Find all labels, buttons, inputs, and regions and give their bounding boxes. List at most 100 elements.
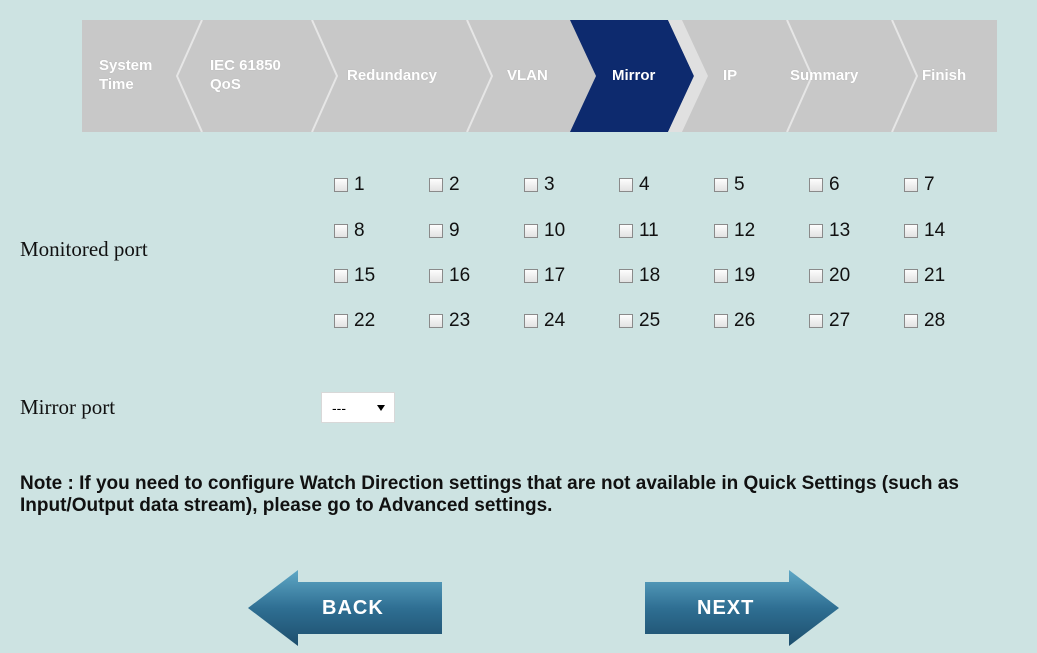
note-text: Note : If you need to configure Watch Di… bbox=[20, 473, 959, 516]
port-number: 16 bbox=[449, 265, 471, 286]
port-number: 24 bbox=[544, 310, 566, 331]
port-checkbox[interactable] bbox=[334, 314, 348, 328]
port-checkbox[interactable] bbox=[904, 314, 918, 328]
port-number: 23 bbox=[449, 310, 471, 331]
port-number: 21 bbox=[924, 265, 946, 286]
port-number: 11 bbox=[639, 220, 659, 241]
wizard-step-vlan[interactable]: VLAN bbox=[507, 66, 548, 85]
port-checkbox[interactable] bbox=[334, 178, 348, 192]
monitored-port-2[interactable]: 2 bbox=[429, 174, 460, 196]
port-number: 9 bbox=[449, 220, 460, 241]
dropdown-arrow-icon bbox=[377, 405, 385, 411]
port-checkbox[interactable] bbox=[904, 178, 918, 192]
port-checkbox[interactable] bbox=[429, 224, 443, 238]
port-checkbox[interactable] bbox=[524, 314, 538, 328]
port-checkbox[interactable] bbox=[809, 224, 823, 238]
port-number: 5 bbox=[734, 174, 745, 195]
port-number: 20 bbox=[829, 265, 851, 286]
port-number: 14 bbox=[924, 220, 946, 241]
monitored-port-14[interactable]: 14 bbox=[904, 220, 945, 242]
wizard-step-system-time[interactable]: System Time bbox=[99, 56, 152, 94]
monitored-port-label: Monitored port bbox=[20, 237, 148, 261]
monitored-port-15[interactable]: 15 bbox=[334, 265, 375, 287]
port-checkbox[interactable] bbox=[429, 314, 443, 328]
monitored-port-16[interactable]: 16 bbox=[429, 265, 470, 287]
port-checkbox[interactable] bbox=[619, 224, 633, 238]
port-number: 12 bbox=[734, 220, 756, 241]
monitored-port-18[interactable]: 18 bbox=[619, 265, 660, 287]
monitored-port-9[interactable]: 9 bbox=[429, 220, 460, 242]
port-checkbox[interactable] bbox=[619, 269, 633, 283]
monitored-port-7[interactable]: 7 bbox=[904, 174, 935, 196]
port-number: 1 bbox=[354, 174, 365, 195]
monitored-port-27[interactable]: 27 bbox=[809, 310, 850, 332]
monitored-port-6[interactable]: 6 bbox=[809, 174, 840, 196]
port-number: 28 bbox=[924, 310, 946, 331]
port-checkbox[interactable] bbox=[714, 314, 728, 328]
port-checkbox[interactable] bbox=[904, 224, 918, 238]
mirror-port-label: Mirror port bbox=[20, 395, 116, 419]
mirror-port-selected-value: --- bbox=[332, 399, 346, 416]
monitored-port-19[interactable]: 19 bbox=[714, 265, 755, 287]
monitored-port-24[interactable]: 24 bbox=[524, 310, 565, 332]
port-checkbox[interactable] bbox=[809, 178, 823, 192]
port-number: 27 bbox=[829, 310, 851, 331]
port-number: 4 bbox=[639, 174, 650, 195]
port-number: 3 bbox=[544, 174, 555, 195]
wizard-step-mirror[interactable]: Mirror bbox=[612, 66, 655, 85]
monitored-port-3[interactable]: 3 bbox=[524, 174, 555, 196]
wizard-step-ip[interactable]: IP bbox=[723, 66, 737, 85]
monitored-port-21[interactable]: 21 bbox=[904, 265, 945, 287]
port-number: 22 bbox=[354, 310, 376, 331]
port-checkbox[interactable] bbox=[619, 314, 633, 328]
port-checkbox[interactable] bbox=[619, 178, 633, 192]
port-checkbox[interactable] bbox=[714, 269, 728, 283]
monitored-port-8[interactable]: 8 bbox=[334, 220, 365, 242]
port-checkbox[interactable] bbox=[714, 178, 728, 192]
monitored-port-28[interactable]: 28 bbox=[904, 310, 945, 332]
port-number: 6 bbox=[829, 174, 840, 195]
monitored-port-26[interactable]: 26 bbox=[714, 310, 755, 332]
port-checkbox[interactable] bbox=[809, 269, 823, 283]
monitored-port-11[interactable]: 11 bbox=[619, 220, 659, 242]
monitored-port-13[interactable]: 13 bbox=[809, 220, 850, 242]
port-checkbox[interactable] bbox=[524, 178, 538, 192]
port-number: 8 bbox=[354, 220, 365, 241]
port-number: 13 bbox=[829, 220, 851, 241]
monitored-port-12[interactable]: 12 bbox=[714, 220, 755, 242]
port-checkbox[interactable] bbox=[429, 269, 443, 283]
next-button[interactable]: NEXT bbox=[645, 570, 839, 646]
port-checkbox[interactable] bbox=[524, 269, 538, 283]
monitored-port-10[interactable]: 10 bbox=[524, 220, 565, 242]
port-number: 25 bbox=[639, 310, 661, 331]
monitored-port-22[interactable]: 22 bbox=[334, 310, 375, 332]
port-checkbox[interactable] bbox=[524, 224, 538, 238]
port-checkbox[interactable] bbox=[334, 224, 348, 238]
monitored-port-25[interactable]: 25 bbox=[619, 310, 660, 332]
monitored-port-5[interactable]: 5 bbox=[714, 174, 745, 196]
port-number: 19 bbox=[734, 265, 756, 286]
back-button-label: BACK bbox=[322, 597, 384, 619]
wizard-step-iec-61850-qos[interactable]: IEC 61850 QoS bbox=[210, 56, 281, 94]
wizard-step-bar: System Time IEC 61850 QoS Redundancy VLA… bbox=[82, 20, 997, 132]
port-checkbox[interactable] bbox=[334, 269, 348, 283]
port-checkbox[interactable] bbox=[809, 314, 823, 328]
monitored-port-23[interactable]: 23 bbox=[429, 310, 470, 332]
port-checkbox[interactable] bbox=[429, 178, 443, 192]
monitored-port-4[interactable]: 4 bbox=[619, 174, 650, 196]
back-button[interactable]: BACK bbox=[248, 570, 442, 646]
monitored-port-20[interactable]: 20 bbox=[809, 265, 850, 287]
mirror-port-select[interactable]: --- bbox=[321, 392, 395, 423]
monitored-port-17[interactable]: 17 bbox=[524, 265, 565, 287]
port-number: 18 bbox=[639, 265, 661, 286]
port-checkbox[interactable] bbox=[904, 269, 918, 283]
port-number: 26 bbox=[734, 310, 756, 331]
monitored-port-1[interactable]: 1 bbox=[334, 174, 365, 196]
port-number: 10 bbox=[544, 220, 566, 241]
port-checkbox[interactable] bbox=[714, 224, 728, 238]
next-button-label: NEXT bbox=[697, 597, 755, 619]
wizard-step-finish[interactable]: Finish bbox=[922, 66, 966, 85]
port-number: 7 bbox=[924, 174, 935, 195]
wizard-step-redundancy[interactable]: Redundancy bbox=[347, 66, 437, 85]
wizard-step-summary[interactable]: Summary bbox=[790, 66, 858, 85]
